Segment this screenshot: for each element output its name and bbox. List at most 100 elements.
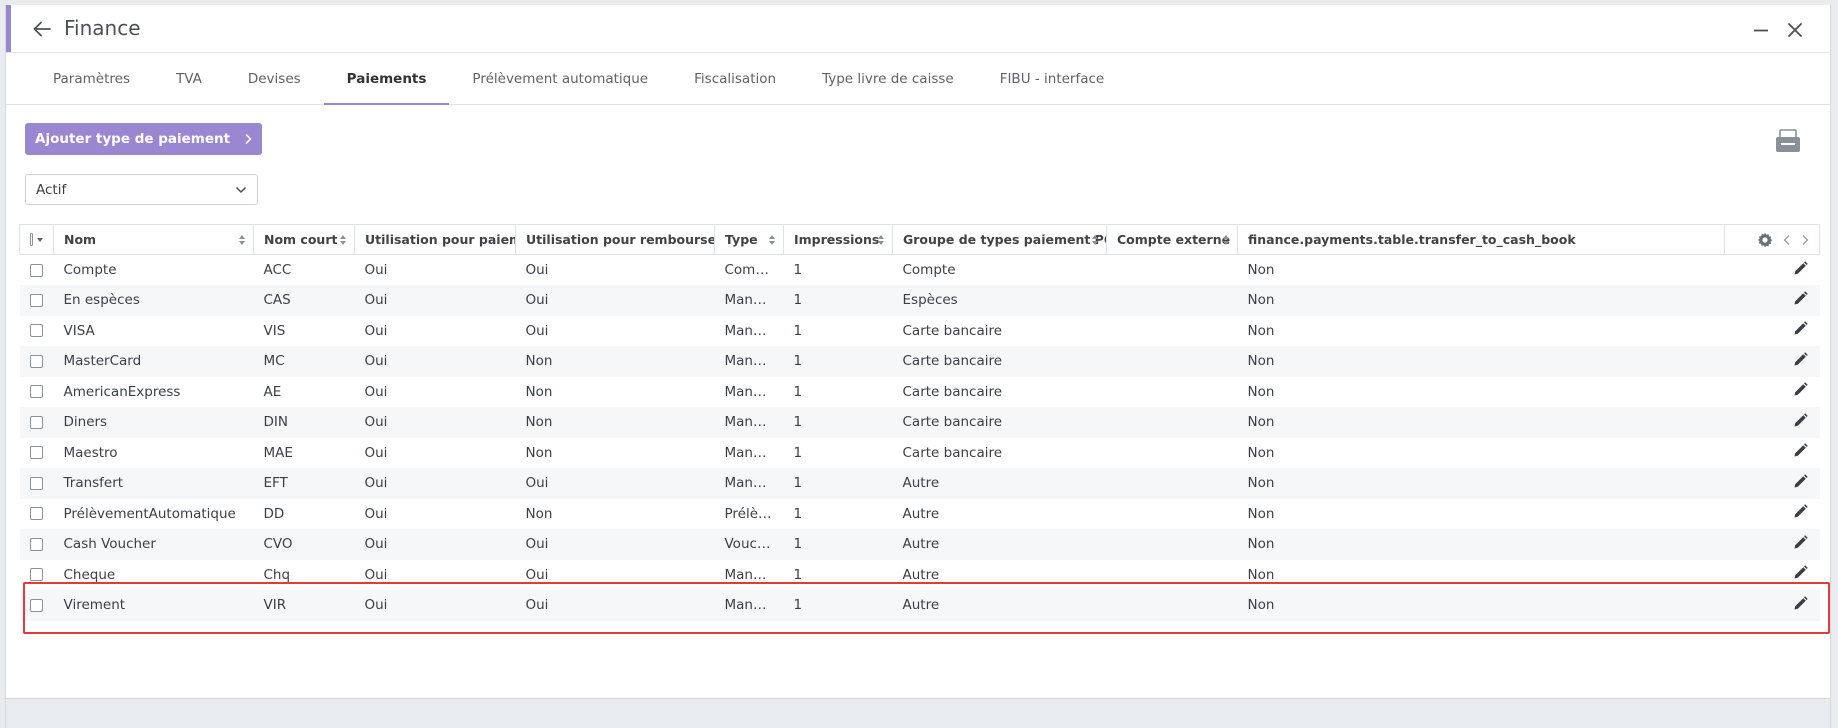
- row-checkbox[interactable]: [29, 446, 43, 460]
- sort-icon[interactable]: [1092, 234, 1098, 245]
- row-checkbox[interactable]: [29, 507, 43, 521]
- table-cell: 1: [793, 322, 803, 339]
- column-header[interactable]: finance.payments.table.transfer_to_cash_…: [1237, 224, 1725, 255]
- row-checkbox[interactable]: [29, 415, 43, 429]
- row-actions-cell: [1725, 285, 1820, 316]
- column-header[interactable]: Type: [714, 224, 784, 255]
- table-cell: Oui: [525, 597, 549, 614]
- column-header[interactable]: Nom court: [253, 224, 355, 255]
- table-row[interactable]: Virement VIR Oui Oui Manuel 1 Autre Non: [19, 590, 1820, 621]
- tab-fiscalisation[interactable]: Fiscalisation: [671, 53, 799, 104]
- table-cell: Oui: [525, 566, 549, 583]
- column-header[interactable]: Utilisation pour paiement: [354, 224, 516, 255]
- select-menu-caret-icon[interactable]: [37, 237, 43, 242]
- table-row[interactable]: Cash Voucher CVO Oui Oui Voucher 1 Autre Non: [19, 529, 1820, 560]
- pencil-icon[interactable]: [1793, 535, 1808, 554]
- row-checkbox[interactable]: [29, 537, 43, 551]
- close-button[interactable]: [1782, 17, 1808, 43]
- row-checkbox[interactable]: [29, 293, 43, 307]
- table-tools-header: [1724, 224, 1820, 255]
- tab-pr-l-vement-automatique[interactable]: Prélèvement automatique: [449, 53, 671, 104]
- print-button[interactable]: [1774, 129, 1802, 153]
- table-row[interactable]: VISA VIS Oui Oui Manuel 1 Carte bancaire Non: [20, 316, 1820, 347]
- sort-icon[interactable]: [769, 234, 775, 245]
- pencil-icon[interactable]: [1793, 443, 1808, 462]
- pencil-icon[interactable]: [1793, 413, 1808, 432]
- pencil-icon[interactable]: [1793, 474, 1808, 493]
- back-button[interactable]: [28, 15, 56, 43]
- table-row[interactable]: MasterCard MC Oui Non Manuel 1 Carte bancaire N…: [19, 346, 1820, 377]
- pencil-icon[interactable]: [1793, 352, 1808, 371]
- pencil-icon[interactable]: [1793, 382, 1808, 401]
- row-checkbox[interactable]: [29, 263, 43, 277]
- table-row[interactable]: AmericanExpress AE Oui Non Manuel 1 Carte banc…: [20, 377, 1820, 408]
- table-cell: 1: [793, 414, 803, 431]
- table-row[interactable]: PrélèvementAutomatique DD Oui Non Prélèv... 1…: [20, 499, 1820, 530]
- pencil-icon[interactable]: [1793, 504, 1808, 523]
- table-row[interactable]: Transfert EFT Oui Oui Manuel 1 Autre Non: [19, 468, 1820, 499]
- table-cell: Voucher: [724, 536, 780, 553]
- table-cell: Oui: [525, 262, 549, 278]
- tab-bar: Paramètres TVA Devises Paiements Prélèvement…: [6, 53, 1830, 105]
- tab-fibu-interface[interactable]: FIBU - interface: [977, 53, 1128, 104]
- row-checkbox[interactable]: [29, 324, 43, 338]
- column-header[interactable]: Impressions: [783, 224, 893, 255]
- pencil-icon[interactable]: [1793, 291, 1808, 310]
- row-select-cell: [20, 377, 54, 408]
- table-row[interactable]: Cheque Chq Oui Oui Manuel 1 Autre Non: [20, 560, 1820, 591]
- row-checkbox[interactable]: [29, 568, 43, 582]
- sort-icon[interactable]: [878, 234, 884, 245]
- pencil-icon[interactable]: [1793, 596, 1808, 615]
- tab-devises[interactable]: Devises: [225, 53, 324, 104]
- tab-tva[interactable]: TVA: [153, 53, 225, 104]
- pencil-icon[interactable]: [1793, 260, 1808, 280]
- select-all-checkbox[interactable]: [30, 233, 33, 246]
- table-cell: Oui: [525, 292, 549, 309]
- column-header[interactable]: Nom: [53, 224, 254, 255]
- column-header[interactable]: Compte externe: [1106, 224, 1238, 255]
- table-cell: Non: [1247, 292, 1275, 309]
- table-cell: [1107, 590, 1238, 621]
- sort-icon[interactable]: [340, 234, 346, 245]
- table-cell: Carte bancaire: [902, 414, 1003, 431]
- column-header[interactable]: Utilisation pour remboursement: [515, 224, 715, 255]
- sort-icon[interactable]: [1223, 234, 1229, 245]
- tab-paiements[interactable]: Paiements: [323, 53, 450, 105]
- tab-type-livre-de-caisse[interactable]: Type livre de caisse: [799, 53, 977, 104]
- column-header[interactable]: Groupe de types paiement POS: [892, 224, 1107, 255]
- row-checkbox[interactable]: [29, 598, 43, 612]
- print-icon: [1776, 129, 1800, 152]
- minimize-button[interactable]: [1748, 17, 1774, 43]
- row-checkbox[interactable]: [29, 476, 43, 490]
- row-actions-cell: [1725, 346, 1820, 377]
- row-select-cell: [20, 346, 54, 377]
- row-checkbox[interactable]: [29, 354, 43, 368]
- minimize-icon: [1754, 29, 1768, 32]
- table-cell: CAS: [263, 292, 291, 309]
- status-filter-select[interactable]: Actif: [25, 174, 258, 205]
- sort-icon[interactable]: [239, 234, 245, 245]
- row-actions-cell: [1725, 560, 1820, 591]
- add-payment-type-button[interactable]: Ajouter type de paiement: [25, 123, 263, 155]
- table-cell: 1: [793, 262, 803, 278]
- table-cell: Manuel: [724, 566, 774, 583]
- table-cell: PrélèvementAutomatique: [63, 505, 236, 522]
- close-icon: [1788, 23, 1802, 37]
- table-cell: Manuel: [724, 414, 774, 431]
- table-row[interactable]: En espèces CAS Oui Oui Manuel 1 Espèces Non: [19, 285, 1820, 316]
- row-select-cell: [20, 438, 54, 469]
- scroll-left-button[interactable]: [1783, 234, 1791, 246]
- scroll-right-button[interactable]: [1801, 234, 1809, 246]
- pencil-icon[interactable]: [1793, 565, 1808, 584]
- table-row[interactable]: Maestro MAE Oui Non Manuel 1 Carte bancaire Non: [20, 438, 1820, 469]
- table-cell: 1: [793, 597, 803, 614]
- table-cell: Autre: [902, 597, 940, 614]
- row-checkbox[interactable]: [29, 385, 43, 399]
- table-cell: Non: [1247, 353, 1275, 370]
- table-row[interactable]: Compte ACC Oui Oui Compte 1 Compte Non: [20, 255, 1820, 286]
- table-cell: Chq: [263, 566, 291, 583]
- tab-param-tres[interactable]: Paramètres: [30, 53, 153, 104]
- table-row[interactable]: Diners DIN Oui Non Manuel 1 Carte bancaire Non: [19, 407, 1820, 438]
- pencil-icon[interactable]: [1793, 321, 1808, 340]
- column-settings-button[interactable]: [1757, 232, 1773, 248]
